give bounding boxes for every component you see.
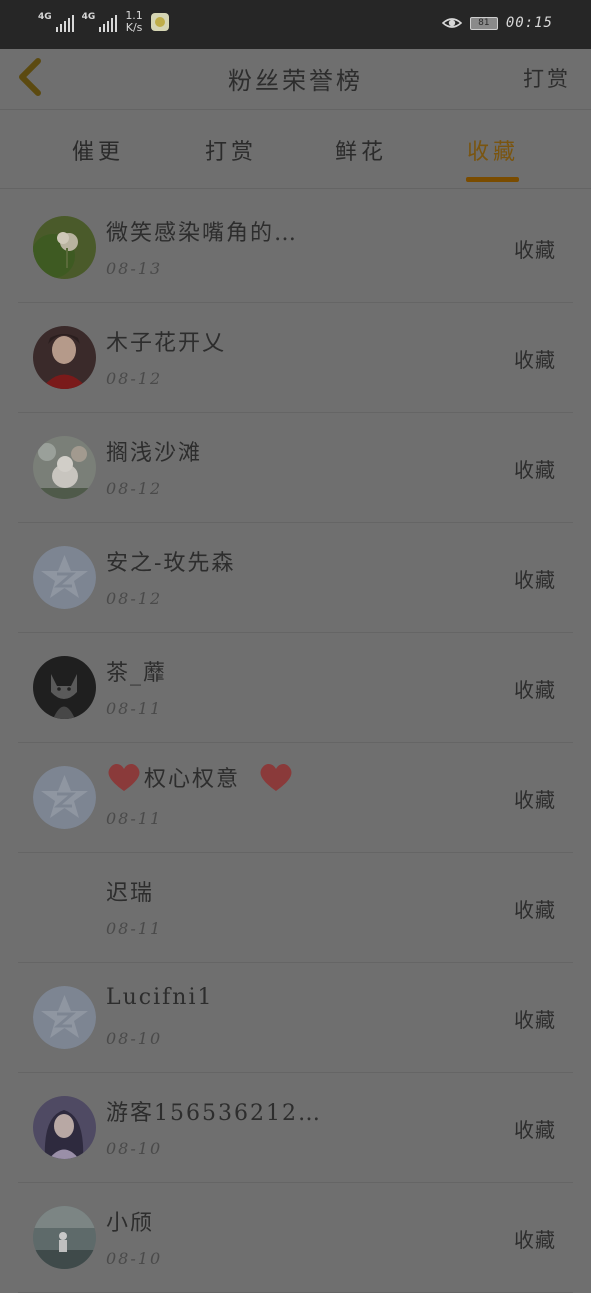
signal-icon-2: 4G (82, 12, 118, 32)
item-date: 08-10 (106, 1249, 163, 1268)
battery-icon: 81 (469, 16, 498, 30)
avatar (33, 1096, 96, 1159)
list-item[interactable]: 搁浅沙滩 08-12 收藏 (18, 413, 573, 523)
item-action-label: 收藏 (514, 238, 556, 262)
network-speed: 1.1 K/s (125, 10, 143, 34)
item-date: 08-13 (106, 259, 163, 278)
avatar (33, 1206, 96, 1269)
user-name: 迟瑞 (106, 881, 155, 906)
item-action-label: 收藏 (514, 898, 556, 922)
item-date: 08-10 (106, 1029, 163, 1048)
signal-icon: 4G (38, 12, 74, 32)
user-name: 游客156536212… (106, 1101, 322, 1126)
list-item[interactable]: 木子花开乂 08-12 收藏 (18, 303, 573, 413)
status-right: 81 00:15 (441, 13, 553, 33)
app-header: 粉丝荣誉榜 打赏 (0, 49, 591, 110)
battery-level: 81 (478, 17, 490, 28)
status-left: 4G 4G 1.1 K/s (38, 10, 169, 34)
user-name: 搁浅沙滩 (106, 441, 203, 466)
item-action-label: 收藏 (514, 678, 556, 702)
tab-flowers[interactable]: 鲜花 (301, 134, 421, 166)
avatar (33, 326, 96, 389)
item-action-label: 收藏 (514, 568, 556, 592)
list-item[interactable]: 茶_蘼 08-11 收藏 (18, 633, 573, 743)
list-item[interactable]: 权心权意 08-11 收藏 (18, 743, 573, 853)
user-name: 小颀 (106, 1211, 155, 1236)
user-name: 安之-玫先森 (106, 551, 236, 576)
tab-favorites[interactable]: 收藏 (433, 134, 553, 166)
item-date: 08-12 (106, 479, 163, 498)
heart-icon (108, 763, 140, 791)
user-name: 权心权意 (106, 761, 294, 793)
default-avatar-star-icon (33, 546, 96, 609)
fan-list: 微笑感染嘴角的… 08-13 收藏 木子花开乂 08-12 收藏 搁浅沙滩 08… (0, 193, 591, 1293)
list-item[interactable]: 小颀 08-10 收藏 (18, 1183, 573, 1293)
item-date: 08-11 (106, 809, 163, 828)
user-name: 茶_蘼 (106, 661, 168, 686)
user-name-text: 权心权意 (144, 767, 241, 792)
avatar (33, 656, 96, 719)
user-name: Lucifni1 (106, 985, 214, 1010)
user-name: 木子花开乂 (106, 331, 227, 356)
eye-comfort-icon (441, 18, 462, 28)
tab-bar: 催更 打赏 鲜花 收藏 (0, 110, 591, 189)
item-action-label: 收藏 (514, 1118, 556, 1142)
list-item[interactable]: 安之-玫先森 08-12 收藏 (18, 523, 573, 633)
active-tab-indicator (466, 177, 519, 182)
network-type-label: 4G (38, 12, 52, 22)
app-notification-icon (150, 13, 169, 31)
item-date: 08-12 (106, 369, 163, 388)
list-item[interactable]: 游客156536212… 08-10 收藏 (18, 1073, 573, 1183)
item-action-label: 收藏 (514, 458, 556, 482)
item-date: 08-11 (106, 699, 163, 718)
user-name: 微笑感染嘴角的… (106, 221, 299, 246)
status-bar: 4G 4G 1.1 K/s 81 00:15 (0, 0, 591, 49)
list-item[interactable]: 微笑感染嘴角的… 08-13 收藏 (18, 193, 573, 303)
avatar (33, 436, 96, 499)
item-action-label: 收藏 (514, 348, 556, 372)
clock: 00:15 (505, 15, 553, 31)
default-avatar-star-icon (33, 766, 96, 829)
reward-button[interactable]: 打赏 (523, 63, 571, 93)
default-avatar-star-icon (33, 986, 96, 1049)
item-action-label: 收藏 (514, 788, 556, 812)
speed-unit: K/s (125, 21, 143, 34)
network-type-label-2: 4G (81, 12, 96, 22)
avatar (33, 216, 96, 279)
item-date: 08-11 (106, 919, 163, 938)
item-action-label: 收藏 (514, 1228, 556, 1252)
list-item[interactable]: Lucifni1 08-10 收藏 (18, 963, 573, 1073)
item-action-label: 收藏 (514, 1008, 556, 1032)
tab-urge-update[interactable]: 催更 (38, 134, 158, 166)
tab-reward[interactable]: 打赏 (171, 134, 291, 166)
heart-icon (260, 763, 292, 791)
list-item[interactable]: 迟瑞 08-11 收藏 (18, 853, 573, 963)
item-date: 08-10 (106, 1139, 163, 1158)
page-title: 粉丝荣誉榜 (228, 67, 363, 95)
item-date: 08-12 (106, 589, 163, 608)
